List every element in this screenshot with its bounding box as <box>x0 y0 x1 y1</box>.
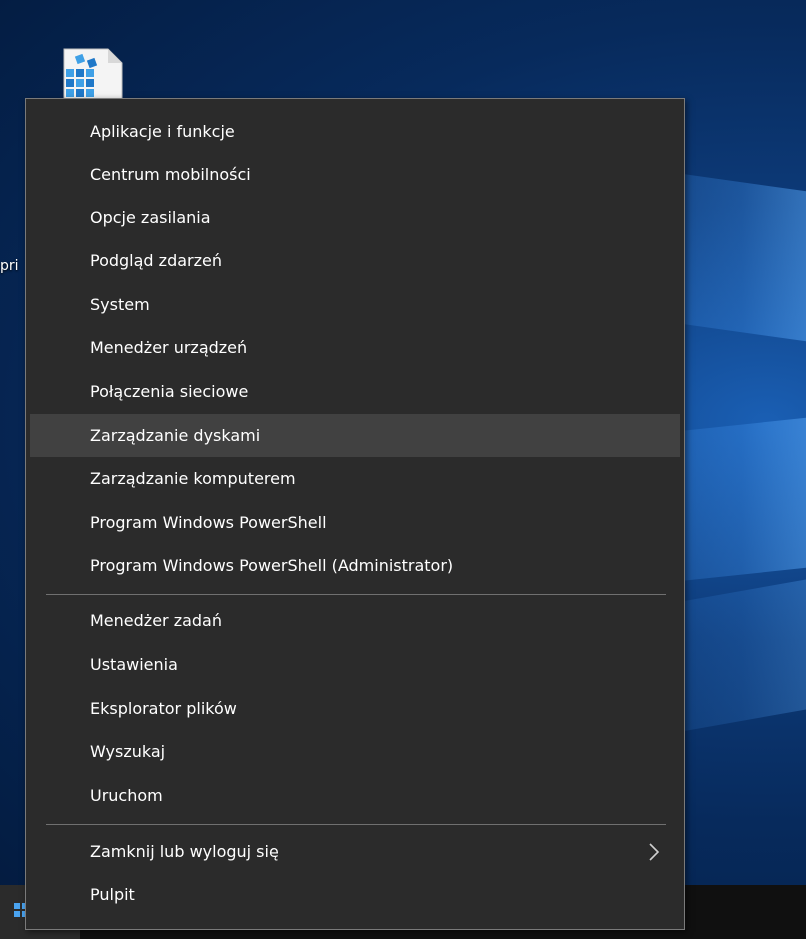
menu-item-file-explorer[interactable]: Eksplorator plików <box>30 687 680 730</box>
chevron-right-icon <box>648 830 660 873</box>
desktop: pri Aplikacje i funkcje Centrum mobilnoś… <box>0 0 806 939</box>
winx-context-menu: Aplikacje i funkcje Centrum mobilności O… <box>25 98 685 930</box>
menu-item-label: Eksplorator plików <box>90 699 237 718</box>
menu-item-label: Pulpit <box>90 885 135 904</box>
menu-item-label: System <box>90 295 150 314</box>
menu-item-label: Centrum mobilności <box>90 165 251 184</box>
menu-item-label: Program Windows PowerShell <box>90 513 327 532</box>
menu-item-device-manager[interactable]: Menedżer urządzeń <box>30 326 680 369</box>
menu-item-label: Zamknij lub wyloguj się <box>90 842 279 861</box>
menu-item-event-viewer[interactable]: Podgląd zdarzeń <box>30 239 680 282</box>
menu-item-label: Ustawienia <box>90 655 178 674</box>
menu-item-settings[interactable]: Ustawienia <box>30 643 680 686</box>
menu-item-network-connections[interactable]: Połączenia sieciowe <box>30 370 680 413</box>
menu-item-powershell-admin[interactable]: Program Windows PowerShell (Administrato… <box>30 544 680 587</box>
menu-item-apps-and-features[interactable]: Aplikacje i funkcje <box>30 110 680 153</box>
menu-item-label: Uruchom <box>90 786 163 805</box>
menu-separator <box>46 824 666 825</box>
menu-item-computer-management[interactable]: Zarządzanie komputerem <box>30 457 680 500</box>
menu-item-label: Menedżer urządzeń <box>90 338 248 357</box>
menu-item-powershell[interactable]: Program Windows PowerShell <box>30 501 680 544</box>
menu-item-label: Wyszukaj <box>90 742 166 761</box>
menu-item-label: Aplikacje i funkcje <box>90 122 235 141</box>
menu-item-label: Menedżer zadań <box>90 611 222 630</box>
menu-item-label: Zarządzanie dyskami <box>90 426 261 445</box>
menu-item-shut-down-or-sign-out[interactable]: Zamknij lub wyloguj się <box>30 830 680 873</box>
menu-item-label: Podgląd zdarzeń <box>90 251 222 270</box>
menu-item-desktop[interactable]: Pulpit <box>30 873 680 916</box>
menu-item-search[interactable]: Wyszukaj <box>30 730 680 773</box>
menu-item-label: Opcje zasilania <box>90 208 211 227</box>
menu-item-disk-management[interactable]: Zarządzanie dyskami <box>30 414 680 457</box>
menu-separator <box>46 594 666 595</box>
menu-item-label: Program Windows PowerShell (Administrato… <box>90 556 454 575</box>
menu-item-power-options[interactable]: Opcje zasilania <box>30 196 680 239</box>
registry-file-icon[interactable] <box>46 45 126 106</box>
menu-item-label: Połączenia sieciowe <box>90 382 249 401</box>
menu-item-task-manager[interactable]: Menedżer zadań <box>30 599 680 642</box>
menu-item-run[interactable]: Uruchom <box>30 774 680 817</box>
menu-item-system[interactable]: System <box>30 283 680 326</box>
desktop-icon-label: pri <box>0 258 19 274</box>
menu-item-label: Zarządzanie komputerem <box>90 469 296 488</box>
menu-item-mobility-center[interactable]: Centrum mobilności <box>30 153 680 196</box>
